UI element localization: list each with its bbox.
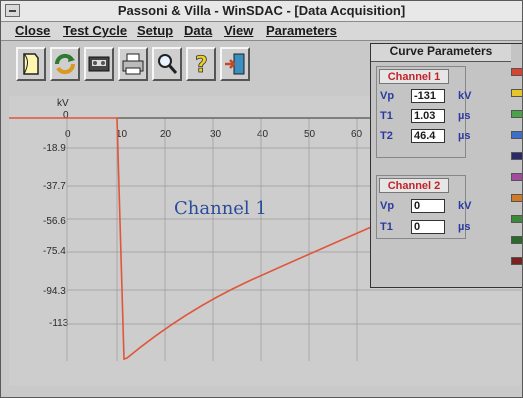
curve-parameters-panel: Curve Parameters Channel 1 Vp -131 kV T1… <box>370 43 522 288</box>
vp-field-2[interactable]: 0 <box>411 199 445 213</box>
color-swatch[interactable] <box>511 110 522 118</box>
t1-label-1: T1 <box>380 110 393 122</box>
menu-data[interactable]: Data <box>184 23 212 38</box>
color-swatch[interactable] <box>511 257 522 265</box>
title-bar: Passoni & Villa - WinSDAC - [Data Acquis… <box>1 1 522 22</box>
zoom-button[interactable] <box>152 47 182 81</box>
open-file-icon <box>23 53 39 75</box>
color-swatch[interactable] <box>511 131 522 139</box>
panel-title: Curve Parameters <box>371 44 511 62</box>
exit-icon <box>225 53 245 75</box>
t1-label-2: T1 <box>380 221 393 233</box>
tape-button[interactable] <box>84 47 114 81</box>
channel-2-label: Channel 2 <box>379 178 449 193</box>
menu-test-cycle[interactable]: Test Cycle <box>63 23 127 38</box>
channel-1-trace <box>9 117 430 361</box>
vp-label-2: Vp <box>380 200 395 212</box>
print-icon <box>122 53 144 75</box>
t2-unit-1: µs <box>458 130 471 142</box>
t1-field-1[interactable]: 1.03 <box>411 109 445 123</box>
color-swatch[interactable] <box>511 194 522 202</box>
menu-parameters[interactable]: Parameters <box>266 23 337 38</box>
t2-field-1[interactable]: 46.4 <box>411 129 445 143</box>
menu-view[interactable]: View <box>224 23 253 38</box>
vp-unit-2: kV <box>458 200 472 212</box>
color-swatch[interactable] <box>511 152 522 160</box>
help-icon: ? <box>195 53 209 77</box>
channel-label: Channel 1 <box>174 198 267 219</box>
vp-unit-1: kV <box>458 90 472 102</box>
window-title: Passoni & Villa - WinSDAC - [Data Acquis… <box>117 3 406 18</box>
tape-icon <box>88 56 110 72</box>
menu-setup[interactable]: Setup <box>137 23 173 38</box>
help-button[interactable]: ? <box>186 47 216 81</box>
color-swatch[interactable] <box>511 173 522 181</box>
refresh-button[interactable] <box>50 47 80 81</box>
t1-unit-1: µs <box>458 110 471 122</box>
color-swatch[interactable] <box>511 68 522 76</box>
open-file-button[interactable] <box>16 47 46 81</box>
app-window: Passoni & Villa - WinSDAC - [Data Acquis… <box>0 0 523 398</box>
color-swatch[interactable] <box>511 236 522 244</box>
vp-label-1: Vp <box>380 90 395 102</box>
vp-field-1[interactable]: -131 <box>411 89 445 103</box>
refresh-icon <box>54 53 76 75</box>
color-swatch[interactable] <box>511 89 522 97</box>
exit-button[interactable] <box>220 47 250 81</box>
svg-text:?: ? <box>195 53 208 77</box>
zoom-icon <box>158 54 178 74</box>
t1-field-2[interactable]: 0 <box>411 220 445 234</box>
menu-close[interactable]: Close <box>15 23 50 38</box>
t2-label-1: T2 <box>380 130 393 142</box>
menu-bar: Close Test Cycle Setup Data View Paramet… <box>1 22 522 41</box>
print-button[interactable] <box>118 47 148 81</box>
t1-unit-2: µs <box>458 221 471 233</box>
color-swatch[interactable] <box>511 215 522 223</box>
channel-1-label: Channel 1 <box>379 69 449 84</box>
